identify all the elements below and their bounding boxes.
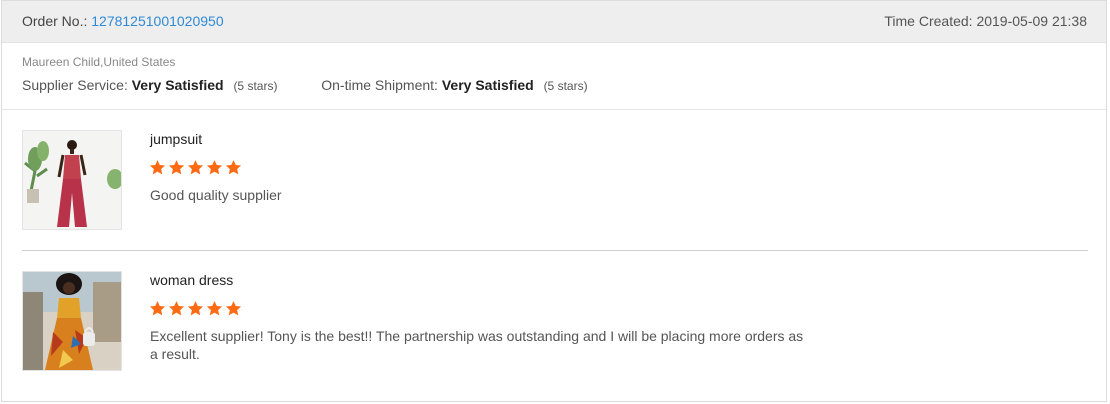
star-icon xyxy=(149,160,166,175)
time-created: Time Created: 2019-05-09 21:38 xyxy=(884,13,1087,29)
star-icon xyxy=(206,301,223,316)
star-icon xyxy=(149,301,166,316)
buyer-info: Maureen Child,United States xyxy=(22,55,176,69)
star-icon xyxy=(168,160,185,175)
supplier-service-label: Supplier Service: xyxy=(22,77,128,93)
shipment-label: On-time Shipment: xyxy=(321,77,438,93)
shipment-value: Very Satisfied xyxy=(441,77,534,93)
review-comment: Good quality supplier xyxy=(150,187,282,203)
time-created-label: Time Created: xyxy=(884,13,973,29)
star-icon xyxy=(225,160,242,175)
supplier-service-value: Very Satisfied xyxy=(131,77,224,93)
review-divider xyxy=(22,250,1088,251)
review-star-rating xyxy=(149,300,242,317)
review-product-name[interactable]: woman dress xyxy=(150,272,233,288)
star-icon xyxy=(187,160,204,175)
time-created-value: 2019-05-09 21:38 xyxy=(976,13,1087,29)
supplier-service-stars: (5 stars) xyxy=(233,79,278,93)
order-number-link[interactable]: 12781251001020950 xyxy=(91,13,223,29)
ratings-summary: Supplier Service: Very Satisfied (5 star… xyxy=(22,77,588,93)
order-number-row: Order No.: 12781251001020950 xyxy=(22,13,224,29)
review-product-name[interactable]: jumpsuit xyxy=(150,131,202,147)
shipment-stars: (5 stars) xyxy=(543,79,588,93)
star-icon xyxy=(225,301,242,316)
feedback-card: Order No.: 12781251001020950 Time Create… xyxy=(1,0,1107,402)
star-icon xyxy=(206,160,223,175)
order-header: Order No.: 12781251001020950 Time Create… xyxy=(2,1,1106,43)
review-star-rating xyxy=(149,159,242,176)
order-number-label: Order No.: xyxy=(22,13,88,29)
section-divider xyxy=(2,109,1106,110)
product-thumbnail-woman-dress[interactable] xyxy=(22,271,122,371)
star-icon xyxy=(187,301,204,316)
star-icon xyxy=(168,301,185,316)
product-thumbnail-jumpsuit[interactable] xyxy=(22,130,122,230)
review-comment: Excellent supplier! Tony is the best!! T… xyxy=(150,328,804,362)
